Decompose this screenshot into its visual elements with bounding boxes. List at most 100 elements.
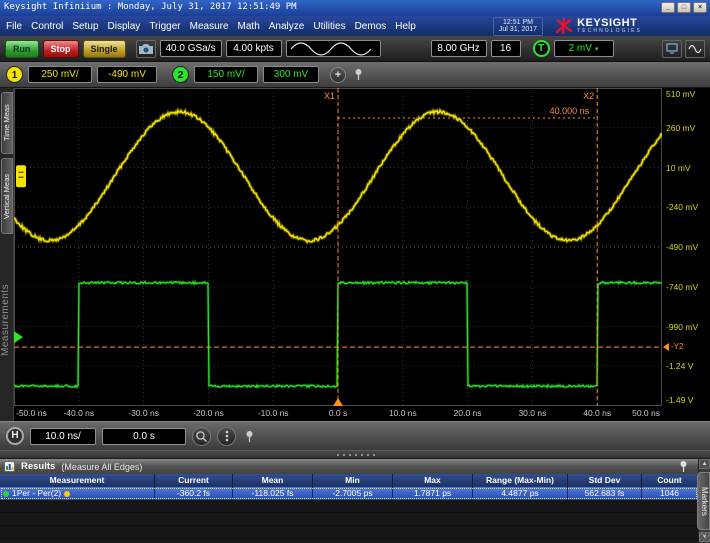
channel-bar: 1 250 mV/ -490 mV 2 150 mV/ 300 mV +: [0, 62, 710, 88]
tab-markers[interactable]: Markers: [697, 472, 710, 530]
acquisition-options-button[interactable]: [217, 427, 236, 446]
stop-button[interactable]: Stop: [43, 40, 79, 58]
y2-marker-label[interactable]: -Y2: [663, 342, 683, 351]
waveform-view-button[interactable]: [685, 40, 705, 58]
sample-rate-field[interactable]: 40.0 GSa/s: [160, 40, 222, 57]
column-header-std-dev[interactable]: Std Dev: [568, 474, 642, 487]
channel-bar-pin-button[interactable]: [351, 66, 365, 83]
cell-mean[interactable]: -118.025 fs: [233, 487, 313, 500]
zoom-button[interactable]: [192, 427, 211, 446]
column-header-measurement[interactable]: Measurement: [0, 474, 155, 487]
pin-icon: [245, 430, 254, 443]
acquisition-toolbar: Run Stop Single 40.0 GSa/s 4.00 kpts 8.0…: [0, 36, 710, 62]
measurement-status-dot-icon: [64, 491, 70, 497]
splitter-grip-icon: [355, 454, 357, 456]
timebase-field[interactable]: 10.0 ns/: [30, 428, 96, 445]
column-header-current[interactable]: Current: [155, 474, 233, 487]
channel-1-position-handle[interactable]: [16, 165, 26, 187]
column-header-max[interactable]: Max: [393, 474, 473, 487]
keysight-spark-icon: [555, 18, 573, 34]
marker-delta-label: 40.000 ns: [550, 106, 590, 116]
cell-min[interactable]: -2.7005 ps: [313, 487, 393, 500]
results-pin-button[interactable]: [676, 460, 690, 474]
caret-down-icon: ▾: [595, 46, 599, 53]
x-tick-label: 0.0 s: [329, 408, 347, 418]
menu-trigger[interactable]: Trigger: [149, 21, 180, 32]
brand-name: KEYSIGHT: [577, 18, 642, 28]
minimize-button[interactable]: _: [661, 2, 675, 13]
menubar: File Control Setup Display Trigger Measure Mat…: [0, 16, 710, 36]
bandwidth-field[interactable]: 8.00 GHz: [431, 40, 487, 57]
cell-max[interactable]: 1.7871 ps: [393, 487, 473, 500]
channel-1-scale-field[interactable]: 250 mV/: [28, 66, 92, 83]
menu-demos[interactable]: Demos: [355, 21, 387, 32]
cell-count[interactable]: 1046: [642, 487, 698, 500]
menu-math[interactable]: Math: [238, 21, 260, 32]
display-settings-button[interactable]: [662, 40, 682, 58]
horizontal-position-field[interactable]: 0.0 s: [102, 428, 186, 445]
cell-std-dev[interactable]: 562.683 fs: [568, 487, 642, 500]
cell-current[interactable]: -360.2 fs: [155, 487, 233, 500]
channel-1-badge[interactable]: 1: [6, 66, 23, 83]
waveform-plot[interactable]: X1X240.000 ns: [14, 88, 662, 406]
column-header-mean[interactable]: Mean: [233, 474, 313, 487]
x-tick-label: -10.0 ns: [258, 408, 289, 418]
results-panel: Results (Measure All Edges) MeasurementC…: [0, 459, 710, 543]
tab-time-meas[interactable]: Time Meas: [1, 92, 13, 154]
brand-tagline: TECHNOLOGIES: [577, 28, 642, 34]
panel-splitter[interactable]: [0, 450, 710, 459]
y-tick-label: -240 mV: [666, 202, 698, 212]
trigger-level-marker[interactable]: [14, 331, 23, 343]
column-header-min[interactable]: Min: [313, 474, 393, 487]
x-tick-label: -30.0 ns: [128, 408, 159, 418]
clock: 12:51 PM Jul 31, 2017: [493, 17, 543, 36]
window-title: Keysight Infiniium : Monday, July 31, 20…: [4, 2, 297, 12]
hbar-pin-button[interactable]: [242, 428, 256, 445]
channel-1-offset-field[interactable]: -490 mV: [97, 66, 157, 83]
channel-2-badge[interactable]: 2: [172, 66, 189, 83]
x-tick-label: -50.0 ns: [16, 408, 47, 418]
cell-range-max-min-[interactable]: 4.4877 ps: [473, 487, 568, 500]
pin-icon: [354, 68, 363, 81]
tab-vertical-meas[interactable]: Vertical Meas: [1, 158, 13, 234]
x-tick-label: -20.0 ns: [193, 408, 224, 418]
y-tick-label: -1.24 V: [666, 361, 693, 371]
resize-grip[interactable]: [699, 533, 709, 542]
menu-help[interactable]: Help: [395, 21, 416, 32]
results-row[interactable]: 1Per - Per(2)-360.2 fs-118.025 fs-2.7005…: [0, 487, 698, 500]
trigger-badge[interactable]: T: [533, 40, 550, 57]
single-button[interactable]: Single: [83, 40, 126, 58]
horizontal-badge[interactable]: H: [6, 427, 24, 445]
menu-analyze[interactable]: Analyze: [269, 21, 305, 32]
column-header-count[interactable]: Count: [642, 474, 698, 487]
waveform-preview-widget[interactable]: [286, 40, 381, 57]
trigger-level-field[interactable]: 2 mV▾: [554, 40, 614, 57]
y-tick-label: 510 mV: [666, 89, 695, 99]
measurement-name-cell[interactable]: 1Per - Per(2): [0, 487, 155, 500]
column-header-range-max-min-[interactable]: Range (Max-Min): [473, 474, 568, 487]
menu-control[interactable]: Control: [31, 21, 63, 32]
titlebar: Keysight Infiniium : Monday, July 31, 20…: [0, 0, 710, 16]
close-button[interactable]: ×: [693, 2, 707, 13]
memory-depth-field[interactable]: 4.00 kpts: [226, 40, 282, 57]
trigger-time-marker[interactable]: [333, 398, 343, 406]
results-empty-area: [0, 500, 698, 543]
menu-display[interactable]: Display: [108, 21, 141, 32]
voltage-axis: 510 mV260 mV10 mV-240 mV-490 mV-740 mV-9…: [664, 88, 710, 406]
run-button[interactable]: Run: [5, 40, 39, 58]
scroll-up-button[interactable]: ▲: [699, 459, 710, 469]
channel-2-scale-field[interactable]: 150 mV/: [194, 66, 258, 83]
averaging-field[interactable]: 16: [491, 40, 521, 57]
add-channel-button[interactable]: +: [330, 67, 346, 83]
results-title: Results: [21, 461, 55, 472]
screenshot-button[interactable]: [136, 40, 156, 58]
menu-file[interactable]: File: [6, 21, 22, 32]
channel-2-offset-field[interactable]: 300 mV: [263, 66, 319, 83]
menu-utilities[interactable]: Utilities: [313, 21, 345, 32]
menu-setup[interactable]: Setup: [72, 21, 98, 32]
menu-measure[interactable]: Measure: [190, 21, 229, 32]
camera-icon: [138, 43, 154, 55]
time-axis: -50.0 ns-40.0 ns-30.0 ns-20.0 ns-10.0 ns…: [0, 406, 710, 421]
menu-items: File Control Setup Display Trigger Measure Mat…: [6, 21, 425, 32]
maximize-button[interactable]: □: [677, 2, 691, 13]
